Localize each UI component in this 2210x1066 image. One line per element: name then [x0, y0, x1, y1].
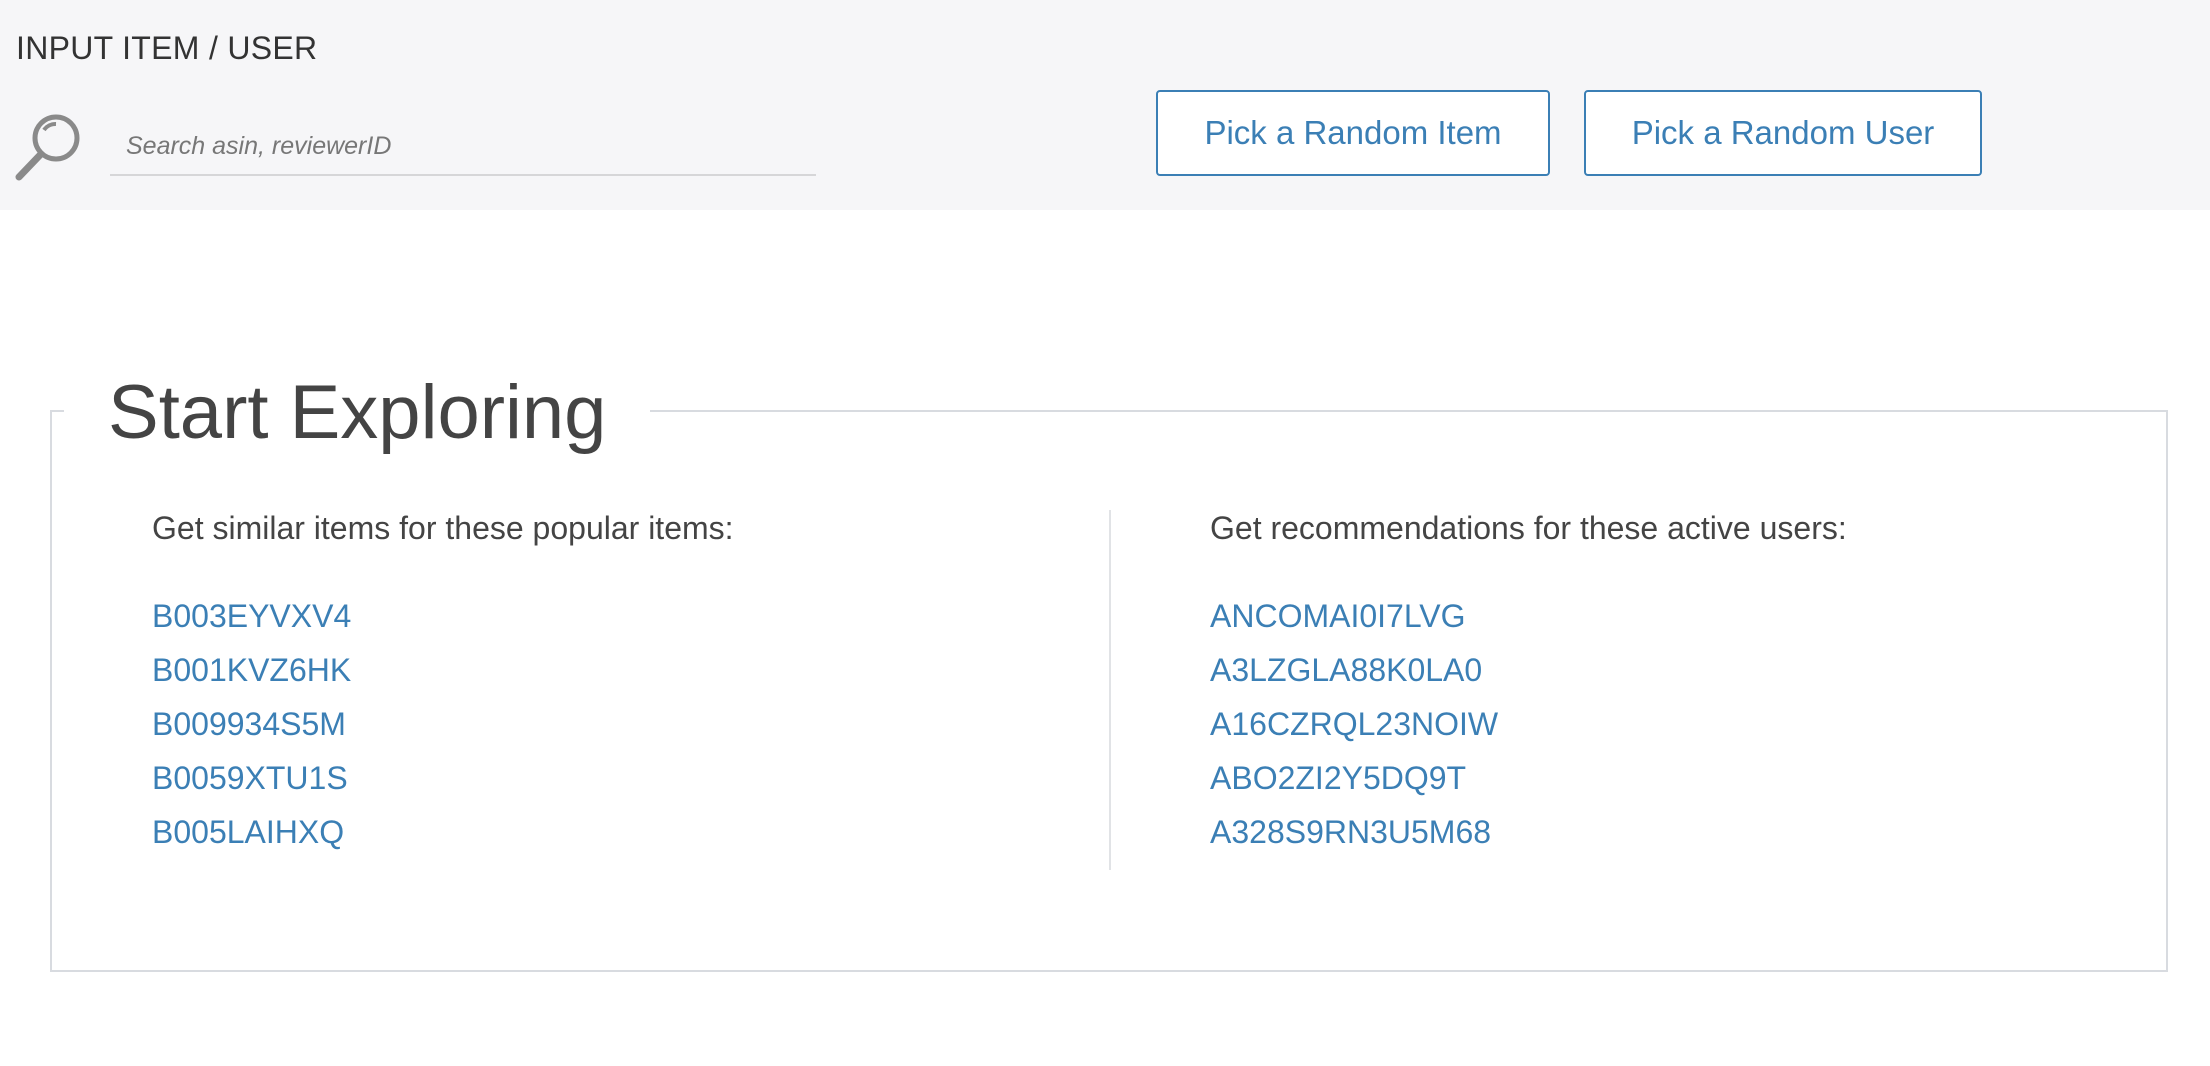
- pick-random-user-button[interactable]: Pick a Random User: [1584, 90, 1982, 176]
- list-item: B005LAIHXQ: [152, 805, 734, 859]
- search-input[interactable]: [110, 118, 816, 176]
- header-bar: INPUT ITEM / USER Pick a Random Item Pic…: [0, 0, 2210, 210]
- list-item: ANCOMAI0I7LVG: [1210, 589, 1847, 643]
- user-link[interactable]: A3LZGLA88K0LA0: [1210, 652, 1482, 688]
- pick-random-item-button[interactable]: Pick a Random Item: [1156, 90, 1550, 176]
- column-divider: [1109, 510, 1111, 870]
- item-link[interactable]: B005LAIHXQ: [152, 814, 344, 850]
- item-link[interactable]: B0059XTU1S: [152, 760, 348, 796]
- active-users-heading: Get recommendations for these active use…: [1210, 510, 1847, 546]
- active-users-list: ANCOMAI0I7LVG A3LZGLA88K0LA0 A16CZRQL23N…: [1210, 589, 1847, 859]
- list-item: A328S9RN3U5M68: [1210, 805, 1847, 859]
- popular-items-column: Get similar items for these popular item…: [152, 510, 734, 859]
- popular-items-list: B003EYVXV4 B001KVZ6HK B009934S5M B0059XT…: [152, 589, 734, 859]
- list-item: B003EYVXV4: [152, 589, 734, 643]
- active-users-column: Get recommendations for these active use…: [1210, 510, 1847, 859]
- list-item: A3LZGLA88K0LA0: [1210, 643, 1847, 697]
- item-link[interactable]: B009934S5M: [152, 706, 346, 742]
- item-link[interactable]: B001KVZ6HK: [152, 652, 351, 688]
- list-item: B001KVZ6HK: [152, 643, 734, 697]
- user-link[interactable]: ABO2ZI2Y5DQ9T: [1210, 760, 1466, 796]
- user-link[interactable]: ANCOMAI0I7LVG: [1210, 598, 1465, 634]
- list-item: A16CZRQL23NOIW: [1210, 697, 1847, 751]
- list-item: ABO2ZI2Y5DQ9T: [1210, 751, 1847, 805]
- item-link[interactable]: B003EYVXV4: [152, 598, 351, 634]
- user-link[interactable]: A16CZRQL23NOIW: [1210, 706, 1498, 742]
- header-title: INPUT ITEM / USER: [16, 30, 318, 66]
- list-item: B009934S5M: [152, 697, 734, 751]
- popular-items-heading: Get similar items for these popular item…: [152, 510, 734, 546]
- panel-title: Start Exploring: [64, 368, 651, 458]
- search-icon: [15, 114, 80, 181]
- list-item: B0059XTU1S: [152, 751, 734, 805]
- user-link[interactable]: A328S9RN3U5M68: [1210, 814, 1491, 850]
